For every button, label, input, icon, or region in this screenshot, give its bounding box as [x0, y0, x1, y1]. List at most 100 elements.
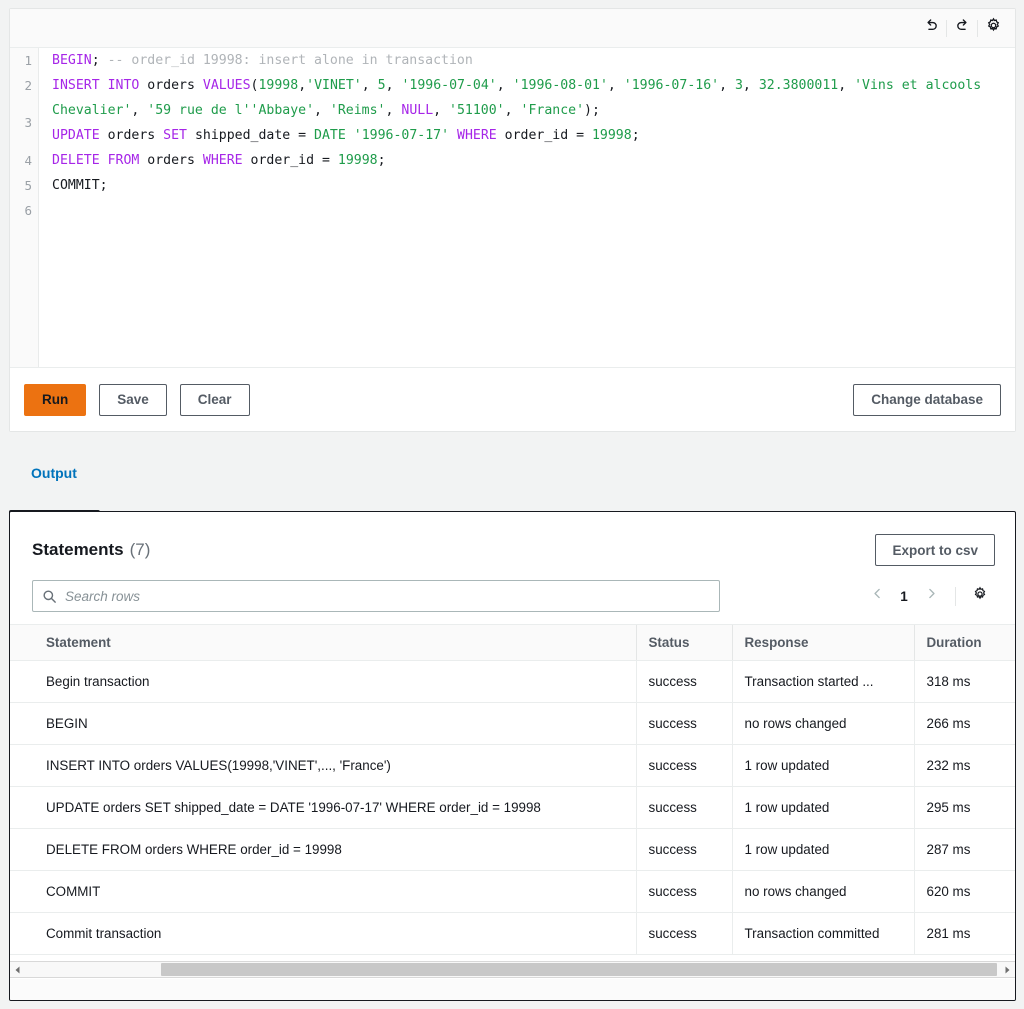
sql-line: INSERT INTO orders VALUES(19998,'VINET',… — [52, 73, 1007, 123]
gear-icon — [985, 17, 1002, 39]
sql-token: , — [504, 103, 521, 118]
sql-token: , — [838, 78, 855, 93]
sql-token: WHERE — [202, 153, 243, 168]
scroll-right-arrow-icon[interactable] — [999, 962, 1015, 977]
scroll-left-arrow-icon[interactable] — [10, 962, 26, 977]
redo-button[interactable] — [948, 14, 976, 42]
sql-token: 19998 — [337, 153, 378, 168]
table-row[interactable]: DELETE FROM orders WHERE order_id = 1999… — [10, 828, 1015, 871]
output-filter-row: 1 — [10, 566, 1015, 612]
line-number-gutter: 1 2 3 4 5 6 — [10, 48, 39, 367]
panel-bottom-strip — [10, 978, 1015, 1000]
sql-token: ; — [631, 128, 640, 143]
undo-button[interactable] — [917, 14, 945, 42]
table-row[interactable]: INSERT INTO orders VALUES(19998,'VINET',… — [10, 744, 1015, 787]
sql-token: , — [314, 103, 330, 118]
cell-response: 1 row updated — [731, 744, 914, 787]
editor-settings-button[interactable] — [979, 14, 1007, 42]
cell-statement: DELETE FROM orders WHERE order_id = 1999… — [46, 828, 636, 871]
sql-token: NULL — [401, 103, 434, 118]
sql-token: , — [385, 78, 402, 93]
cell-statement: COMMIT — [46, 870, 636, 913]
pagination-page-1[interactable]: 1 — [894, 589, 914, 604]
search-rows-box[interactable] — [32, 580, 720, 612]
search-input[interactable] — [65, 588, 719, 604]
cell-statement: BEGIN — [46, 702, 636, 745]
cell-duration: 295 ms — [913, 786, 1015, 829]
column-header-duration[interactable]: Duration — [913, 624, 1015, 661]
sql-token: '51100' — [449, 103, 505, 118]
cell-duration: 281 ms — [913, 912, 1015, 955]
column-header-statement[interactable]: Statement — [46, 624, 636, 661]
scrollbar-track[interactable] — [26, 962, 999, 977]
row-spacer — [10, 744, 46, 787]
sql-token: shipped_date = — [187, 128, 315, 143]
table-row[interactable]: Commit transaction success Transaction com… — [10, 912, 1015, 955]
sql-token: orders — [99, 128, 164, 143]
table-preferences-button[interactable] — [965, 581, 995, 611]
line-number: 6 — [24, 203, 32, 218]
sql-token: orders — [139, 153, 203, 168]
cell-statement: UPDATE orders SET shipped_date = DATE '1… — [46, 786, 636, 829]
sql-line: UPDATE orders SET shipped_date = DATE '1… — [52, 123, 1007, 148]
cell-statement: Begin transaction — [46, 660, 636, 703]
chevron-right-icon — [925, 587, 938, 605]
sql-token: INTO — [107, 78, 140, 93]
statements-table: Statement Status Response Duration Begin… — [10, 624, 1015, 955]
pagination-prev-button[interactable] — [862, 581, 892, 611]
clear-button[interactable]: Clear — [179, 383, 250, 416]
sql-token: '1996-08-01' — [512, 78, 608, 93]
cell-duration: 232 ms — [913, 744, 1015, 787]
row-spacer — [10, 702, 46, 745]
save-button[interactable]: Save — [99, 383, 167, 416]
sql-token: , — [131, 103, 148, 118]
scrollbar-thumb[interactable] — [161, 963, 997, 976]
cell-statement: Commit transaction — [46, 912, 636, 955]
sql-token: 5 — [377, 78, 386, 93]
toolbar-divider — [946, 19, 947, 37]
table-header: Statement Status Response Duration — [10, 624, 1015, 661]
cell-status: success — [635, 870, 732, 913]
sql-token: , — [298, 78, 307, 93]
statements-count: (7) — [129, 540, 151, 559]
cell-status: success — [635, 828, 732, 871]
sql-token: COMMIT; — [52, 178, 108, 193]
table-header-spacer — [10, 624, 46, 661]
toolbar-divider — [977, 19, 978, 37]
table-row[interactable]: Begin transaction success Transaction star… — [10, 660, 1015, 703]
statements-table-wrapper: Statement Status Response Duration Begin… — [10, 624, 1015, 955]
cell-status: success — [635, 744, 732, 787]
table-row[interactable]: BEGIN success no rows changed 266 ms — [10, 702, 1015, 745]
table-row[interactable]: COMMIT success no rows changed 620 ms — [10, 870, 1015, 913]
column-header-response[interactable]: Response — [731, 624, 914, 661]
output-panel: Statements (7) Export to csv 1 — [9, 511, 1016, 1001]
export-to-csv-button[interactable]: Export to csv — [875, 534, 995, 566]
tab-output[interactable]: Output — [31, 465, 77, 492]
horizontal-scrollbar[interactable] — [10, 961, 1015, 978]
cell-status: success — [635, 660, 732, 703]
sql-code-text[interactable]: BEGIN; -- order_id 19998: insert alone i… — [52, 48, 1007, 223]
column-header-status[interactable]: Status — [635, 624, 732, 661]
cell-status: success — [635, 786, 732, 829]
search-icon — [33, 581, 65, 611]
sql-token: VALUES — [202, 78, 251, 93]
row-spacer — [10, 786, 46, 829]
cell-response: Transaction committed — [731, 912, 914, 955]
cell-status: success — [635, 702, 732, 745]
pagination-divider — [955, 586, 956, 606]
sql-token: DATE — [314, 128, 346, 143]
run-button[interactable]: Run — [24, 383, 87, 416]
editor-action-bar: Run Save Clear Change database — [10, 367, 1015, 431]
table-row[interactable]: UPDATE orders SET shipped_date = DATE '1… — [10, 786, 1015, 829]
sql-line: BEGIN; -- order_id 19998: insert alone i… — [52, 48, 1007, 73]
sql-token: INSERT — [52, 78, 100, 93]
sql-code-editor[interactable]: 1 2 3 4 5 6 BEGIN; -- order_id 19998: in… — [10, 47, 1015, 367]
sql-token: WHERE — [457, 128, 497, 143]
sql-token: 32.3800011 — [758, 78, 839, 93]
sql-line — [52, 198, 1007, 223]
pagination-next-button[interactable] — [916, 581, 946, 611]
change-database-button[interactable]: Change database — [853, 383, 1001, 416]
